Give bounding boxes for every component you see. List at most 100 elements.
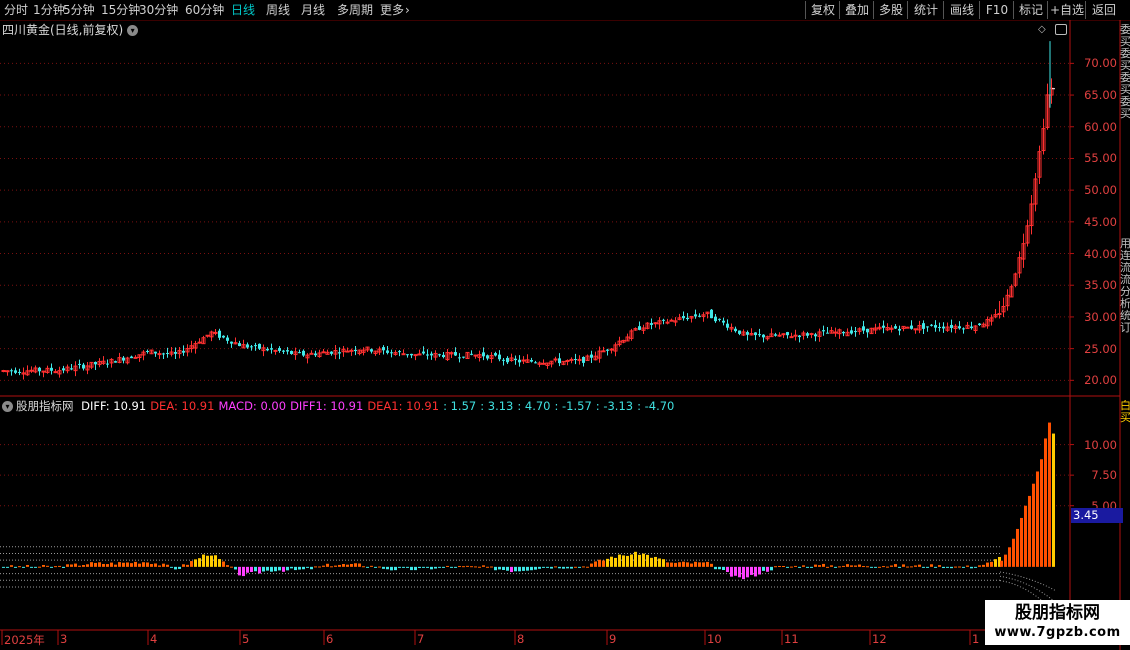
macd-bar-final [1016,528,1019,567]
period-tab-intraday[interactable]: 分时 [4,2,28,18]
macd-bar [862,566,865,568]
macd-bar [210,555,213,567]
candle-body [62,368,65,371]
price-tick-label: 30.00 [1084,309,1117,324]
macd-bar [182,564,185,567]
macd-bar [34,566,37,568]
back-button[interactable]: 返回 [1085,1,1122,19]
macd-bar [398,566,401,568]
chevron-down-icon[interactable]: ▾ [2,401,13,412]
macd-bar [794,565,797,567]
macd-bar [214,555,217,567]
macd-bar [2,566,5,568]
candle-body [593,355,598,361]
candle-body [869,327,874,335]
analysis-strip[interactable]: 用连流流分析统订 [1120,238,1130,388]
candle-body [862,326,865,331]
candle-body [710,309,713,319]
stats-button[interactable]: 统计 [907,1,944,19]
candle-body [97,360,102,366]
candle-body [314,353,317,356]
candle-body [741,331,746,336]
macd-bar [270,566,273,572]
macd-bar [386,566,389,570]
period-tab-daily[interactable]: 日线 [231,2,255,18]
candle-body [169,351,174,355]
period-tab-1min[interactable]: 1分钟 [33,2,65,18]
candle-body [922,323,925,329]
order-book-strip[interactable]: 委买委买委买委买 [1120,24,1130,164]
macd-bar [986,562,989,567]
candle-body [765,336,770,340]
candle-body [1013,273,1018,286]
chevron-right-icon[interactable]: › [405,2,410,18]
draw-line-button[interactable]: 画线 [943,1,980,19]
candle-body [1029,203,1034,227]
period-tab-5min[interactable]: 5分钟 [63,2,95,18]
candle-body [758,334,761,336]
candle-body [965,324,970,329]
kline-chart[interactable] [0,0,1130,650]
macd-bar [298,566,301,570]
indicator-value: MACD: 0.00 [218,399,287,413]
candle-body [73,365,78,372]
candle-body [146,350,149,352]
macd-bar [474,566,477,568]
diamond-icon[interactable]: ◇ [1038,24,1046,35]
macd-bar-final [1012,538,1015,567]
period-tab-multi[interactable]: 多周期 [337,2,373,18]
macd-bar [578,566,581,568]
candle-body [78,363,81,365]
candle-body [25,370,30,376]
f10-button[interactable]: F10 [979,1,1014,19]
candle-body [298,352,301,354]
candle-body [829,330,834,334]
candle-body [705,311,710,315]
month-label: 8 [517,632,525,646]
macd-bar [294,566,297,571]
chevron-down-icon[interactable]: ▾ [127,25,139,36]
period-tab-30min[interactable]: 30分钟 [139,2,178,18]
macd-bar [778,565,781,567]
period-tab-more[interactable]: 更多 [380,2,404,18]
candle-body [590,354,593,358]
macd-bar [990,561,993,567]
macd-bar [550,566,553,569]
window-toggle-icon[interactable] [1055,24,1067,35]
macd-bar [606,558,609,567]
macd-bar [782,565,785,567]
macd-bar [262,566,265,572]
macd-bar [490,566,493,568]
multi-stock-button[interactable]: 多股 [873,1,908,19]
candle-body [537,362,542,365]
indicator-name: 股朋指标网 [16,399,74,413]
candle-body [673,320,678,323]
add-watchlist-button[interactable]: +自选 [1047,1,1086,19]
candle-body [309,352,314,355]
candle-body [182,350,185,353]
macd-bar [110,562,113,567]
candle-body [938,326,941,328]
side-strip[interactable]: 白买 [1120,400,1130,430]
adjust-button[interactable]: 复权 [805,1,840,19]
indicator-value: DIFF: 10.91 [81,399,147,413]
candle-body [209,331,214,338]
macd-bar-final [1028,495,1031,567]
macd-bar [186,564,189,567]
macd-bar [630,554,633,567]
candle-body [749,333,754,336]
candle-body [898,328,901,331]
overlay-button[interactable]: 叠加 [839,1,874,19]
period-tab-60min[interactable]: 60分钟 [185,2,224,18]
macd-bar [602,560,605,567]
candle-body [769,333,774,338]
period-tab-15min[interactable]: 15分钟 [101,2,140,18]
period-tab-weekly[interactable]: 周线 [266,2,290,18]
mark-button[interactable]: 标记 [1013,1,1048,19]
period-tab-monthly[interactable]: 月线 [301,2,325,18]
macd-bar [54,566,57,568]
candle-body [266,348,269,351]
macd-bar [858,564,861,567]
band-curve [999,571,1056,591]
macd-bar [86,564,89,567]
